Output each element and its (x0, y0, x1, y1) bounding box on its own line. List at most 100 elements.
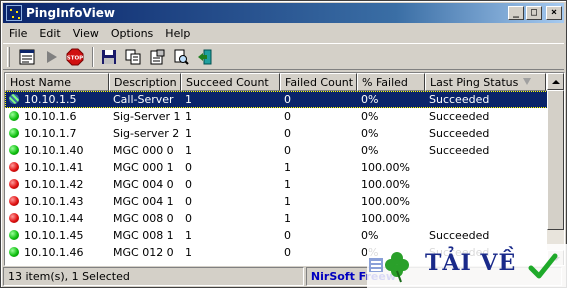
cell-text: 10.10.1.46 (24, 246, 84, 259)
find-icon[interactable] (170, 46, 192, 68)
column-last-ping-status[interactable]: Last Ping Status (425, 73, 546, 91)
column-succeed-count[interactable]: Succeed Count (181, 73, 280, 91)
cell-text: 10.10.1.5 (24, 93, 77, 106)
cell-text: 0% (361, 144, 379, 157)
cell-text: 100.00% (361, 161, 410, 174)
cell-failed: 0 (280, 144, 357, 157)
table-row[interactable]: 10.10.1.43 MGC 004 1 0 1 100.00% (5, 193, 548, 210)
table-row[interactable]: 10.10.1.45 MGC 008 1 1 0 0% Succeeded (5, 227, 548, 244)
cell-text: 10.10.1.43 (24, 195, 84, 208)
cell-pct: 100.00% (357, 161, 425, 174)
status-green-icon (9, 230, 19, 240)
column-percent-failed[interactable]: % Failed (357, 73, 425, 91)
status-red-icon (9, 162, 19, 172)
table-row[interactable]: 10.10.1.42 MGC 004 0 0 1 100.00% (5, 176, 548, 193)
cell-text: 1 (185, 110, 192, 123)
list-rows: 10.10.1.5 Call-Server 1 0 0% Succeeded 10.10.1… (5, 91, 548, 261)
status-item-count: 13 item(s), 1 Selected (3, 267, 304, 286)
results-list[interactable]: Host Name Description Succeed Count Fail… (4, 72, 565, 266)
exit-icon[interactable] (194, 46, 216, 68)
toolbar-separator (92, 46, 94, 67)
cell-status: Succeeded (425, 110, 546, 123)
cell-failed: 0 (280, 246, 357, 259)
cell-status: Succeeded (425, 127, 546, 140)
play-icon[interactable] (40, 46, 62, 68)
cell-text: 10.10.1.45 (24, 229, 84, 242)
stop-icon[interactable]: STOP (64, 46, 86, 68)
cell-text: 0 (185, 161, 192, 174)
cell-text: MGC 004 0 (113, 178, 174, 191)
cell-desc: MGC 008 1 (109, 229, 181, 242)
copy-icon[interactable] (122, 46, 144, 68)
cell-text: 100.00% (361, 178, 410, 191)
table-row[interactable]: 10.10.1.40 MGC 000 0 1 0 0% Succeeded (5, 142, 548, 159)
close-button[interactable]: × (546, 6, 562, 20)
cell-text: 100.00% (361, 195, 410, 208)
scroll-thumb[interactable] (547, 90, 564, 230)
vertical-scrollbar[interactable] (547, 73, 564, 265)
status-credit-link[interactable]: NirSoft Freew (305, 267, 562, 286)
table-row[interactable]: 10.10.1.7 Sig-server 2 1 0 0% Succeeded (5, 125, 548, 142)
table-row[interactable]: 10.10.1.41 MGC 000 1 0 1 100.00% (5, 159, 548, 176)
menu-view[interactable]: View (67, 27, 105, 40)
cell-failed: 0 (280, 127, 357, 140)
cell-succeed: 1 (181, 127, 280, 140)
table-row[interactable]: 10.10.1.5 Call-Server 1 0 0% Succeeded (5, 91, 548, 108)
column-host-name[interactable]: Host Name (5, 73, 109, 91)
html-report-icon[interactable] (146, 46, 168, 68)
cell-failed: 0 (280, 93, 357, 106)
scroll-up-button[interactable] (547, 73, 564, 90)
cell-failed: 0 (280, 229, 357, 242)
menu-edit[interactable]: Edit (33, 27, 66, 40)
column-failed-count[interactable]: Failed Count (280, 73, 357, 91)
cell-desc: MGC 000 1 (109, 161, 181, 174)
cell-text: 1 (185, 229, 192, 242)
cell-host: 10.10.1.6 (5, 110, 109, 123)
cell-text: MGC 008 0 (113, 212, 174, 225)
column-description[interactable]: Description (109, 73, 181, 91)
cell-succeed: 0 (181, 161, 280, 174)
table-row[interactable]: 10.10.1.44 MGC 008 0 0 1 100.00% (5, 210, 548, 227)
cell-succeed: 1 (181, 246, 280, 259)
cell-text: 10.10.1.40 (24, 144, 84, 157)
cell-text: 1 (185, 93, 192, 106)
cell-text: Call-Server (113, 93, 174, 106)
cell-text: 0 (284, 127, 291, 140)
cell-text: 0 (284, 229, 291, 242)
cell-failed: 1 (280, 161, 357, 174)
cell-text: 10.10.1.42 (24, 178, 84, 191)
properties-icon[interactable] (16, 46, 38, 68)
title-bar[interactable]: PingInfoView _ □ × (3, 3, 564, 23)
cell-text: 1 (185, 246, 192, 259)
cell-host: 10.10.1.5 (5, 93, 109, 106)
minimize-button[interactable]: _ (508, 6, 524, 20)
cell-status: Succeeded (425, 93, 546, 106)
cell-text: 0 (284, 144, 291, 157)
toolbar-grip[interactable] (7, 46, 10, 67)
cell-host: 10.10.1.43 (5, 195, 109, 208)
cell-host: 10.10.1.42 (5, 178, 109, 191)
cell-failed: 1 (280, 212, 357, 225)
table-row[interactable]: 10.10.1.46 MGC 012 0 1 0 0% Succeeded (5, 244, 548, 261)
save-icon[interactable] (98, 46, 120, 68)
maximize-button[interactable]: □ (526, 6, 542, 20)
scroll-down-button[interactable] (547, 250, 564, 265)
cell-pct: 100.00% (357, 195, 425, 208)
column-last-ping-status-label: Last Ping Status (430, 76, 519, 89)
cell-text: Succeeded (429, 246, 490, 259)
cell-text: Sig-Server 1 (113, 110, 181, 123)
cell-text: Succeeded (429, 110, 490, 123)
cell-desc: MGC 000 0 (109, 144, 181, 157)
status-green-icon (9, 247, 19, 257)
cell-text: 10.10.1.44 (24, 212, 84, 225)
cell-failed: 1 (280, 178, 357, 191)
menu-file[interactable]: File (3, 27, 33, 40)
cell-text: Succeeded (429, 93, 490, 106)
cell-text: 10.10.1.7 (24, 127, 77, 140)
menu-options[interactable]: Options (105, 27, 159, 40)
cell-host: 10.10.1.40 (5, 144, 109, 157)
menu-help[interactable]: Help (159, 27, 196, 40)
cell-pct: 100.00% (357, 212, 425, 225)
table-row[interactable]: 10.10.1.6 Sig-Server 1 1 0 0% Succeeded (5, 108, 548, 125)
toolbar: STOP (3, 43, 564, 70)
